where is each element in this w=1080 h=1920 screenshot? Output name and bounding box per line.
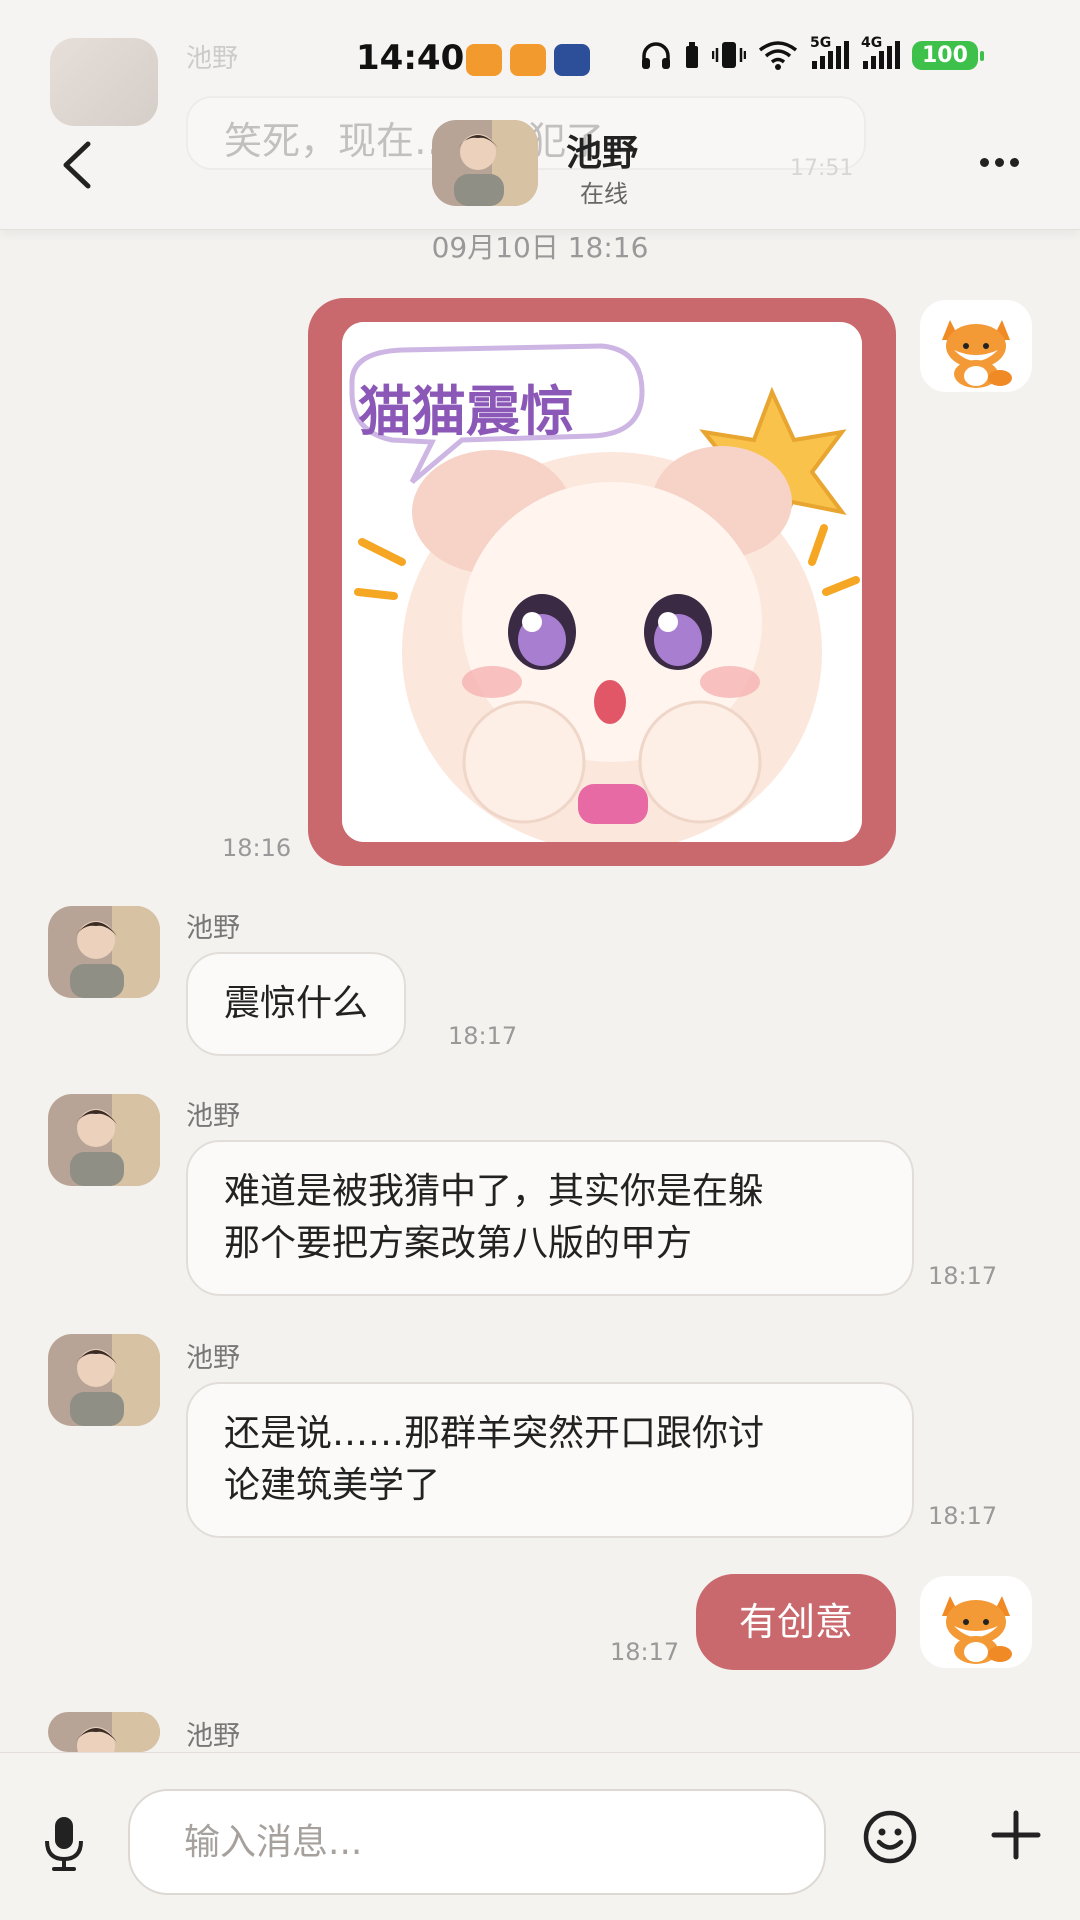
status-bar-indicators: 5G 4G 100 [640, 35, 984, 70]
fox-icon [942, 1596, 1012, 1664]
status-bar-time: 14:40 [356, 38, 465, 78]
contact-name: 池野 [566, 133, 639, 174]
vibrate-icon [712, 42, 746, 68]
friend-avatar[interactable] [48, 1334, 160, 1426]
message-text: 震惊什么 [224, 983, 369, 1024]
microphone-icon[interactable] [42, 1815, 86, 1871]
wifi-icon [758, 41, 798, 70]
app-notification-icon [510, 44, 546, 76]
contact-status: 在线 [580, 180, 628, 208]
message-bubble[interactable]: 有创意 [696, 1574, 896, 1670]
sticker-image: 猫猫震惊 [342, 322, 862, 842]
sticker-message[interactable]: 猫猫震惊 [308, 298, 896, 866]
app-notification-icon [466, 44, 502, 76]
chevron-left-icon[interactable] [56, 140, 100, 190]
more-horizontal-icon[interactable] [980, 158, 1019, 167]
my-avatar[interactable] [920, 1576, 1032, 1668]
notification-icons [466, 44, 590, 76]
sender-name: 池野 [186, 913, 240, 944]
friend-avatar[interactable] [48, 1712, 160, 1752]
message-time: 18:17 [610, 1638, 680, 1666]
headphones-icon [642, 42, 670, 69]
message-input[interactable] [128, 1789, 826, 1895]
sender-name: 池野 [186, 44, 239, 74]
scrolled-message-preview: 池野 笑死，现在…算…犯了 17:51 [0, 0, 1080, 230]
app-notification-icon [554, 44, 590, 76]
sender-name: 池野 [186, 1101, 240, 1132]
signal-4g-icon: 4G [861, 35, 900, 69]
fox-icon [942, 320, 1012, 388]
message-text-line: 还是说……那群羊突然开口跟你讨 [224, 1413, 765, 1454]
message-text-line: 难道是被我猜中了，其实你是在躲 [224, 1171, 765, 1212]
message-text-line: 论建筑美学了 [224, 1465, 441, 1506]
plus-icon[interactable] [990, 1809, 1042, 1861]
message-time: 18:17 [928, 1502, 998, 1530]
message-bubble[interactable]: 震惊什么 [186, 952, 407, 1056]
my-avatar[interactable] [920, 300, 1032, 392]
sender-name: 池野 [186, 1721, 240, 1752]
sender-name: 池野 [186, 1343, 240, 1374]
chat-header: 池野 笑死，现在…算…犯了 17:51 14:40 5G 4G 100 池野 在… [0, 0, 1080, 230]
smiley-icon[interactable] [862, 1809, 918, 1865]
message-input-bar [0, 1752, 1080, 1920]
date-separator: 09月10日 18:16 [431, 231, 649, 264]
friend-avatar[interactable] [48, 906, 160, 998]
avatar [50, 38, 158, 126]
message-text-line: 那个要把方案改第八版的甲方 [224, 1223, 693, 1264]
message-time: 18:17 [928, 1262, 998, 1290]
message-text: 有创意 [738, 1600, 853, 1644]
message-time: 17:51 [790, 156, 854, 181]
message-time: 18:16 [222, 834, 292, 862]
battery-indicator: 100 [912, 40, 984, 70]
message-bubble[interactable]: 还是说……那群羊突然开口跟你讨 论建筑美学了 [186, 1382, 914, 1538]
contact-avatar[interactable] [432, 120, 538, 206]
friend-avatar[interactable] [48, 1094, 160, 1186]
network-type-label: 5G [810, 35, 832, 51]
message-time: 18:17 [448, 1022, 518, 1050]
sticker-caption: 猫猫震惊 [358, 380, 574, 443]
signal-5g-icon: 5G [810, 35, 849, 69]
battery-saver-icon [686, 42, 698, 68]
network-type-label: 4G [861, 35, 883, 51]
message-bubble[interactable]: 难道是被我猜中了，其实你是在躲 那个要把方案改第八版的甲方 [186, 1140, 914, 1296]
